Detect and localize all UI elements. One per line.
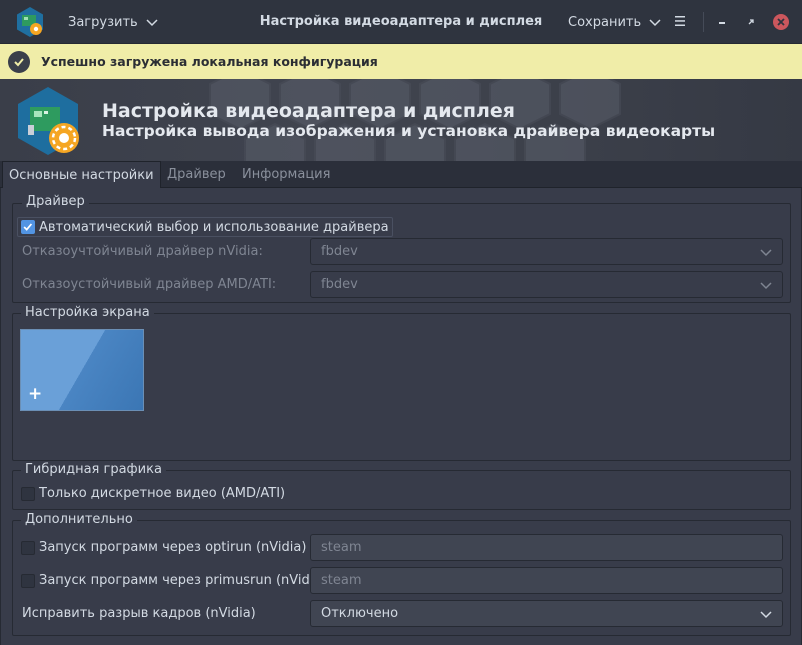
advanced-group-title: Дополнительно	[21, 512, 137, 527]
checkmark-icon	[8, 50, 30, 73]
tab-information[interactable]: Информация	[242, 161, 330, 188]
close-button[interactable]	[773, 14, 789, 30]
primusrun-checkbox[interactable]: Запуск программ через primusrun (nVidia)	[21, 573, 326, 588]
app-icon	[17, 7, 43, 37]
checkbox-unchecked-icon	[21, 540, 35, 555]
restore-icon[interactable]	[743, 14, 759, 30]
chevron-down-icon	[760, 611, 772, 619]
tearing-fix-label: Исправить разрыв кадров (nVidia)	[22, 606, 256, 621]
tearing-fix-select[interactable]: Отключено	[310, 600, 783, 627]
auto-driver-checkbox[interactable]: Автоматический выбор и использование дра…	[17, 217, 393, 237]
load-label: Загрузить	[68, 14, 138, 30]
title-bar: Загрузить Настройка видеоадаптера и дисп…	[0, 0, 802, 44]
chevron-down-icon	[760, 282, 772, 290]
info-message: Успешно загружена локальная конфигурация	[41, 54, 378, 69]
primusrun-label: Запуск программ через primusrun (nVidia)	[39, 573, 327, 588]
chevron-down-icon	[760, 249, 772, 257]
optirun-checkbox[interactable]: Запуск программ через optirun (nVidia)	[21, 540, 306, 555]
save-menu-button[interactable]: Сохранить	[568, 0, 661, 44]
banner-title: Настройка видеоадаптера и дисплея	[102, 100, 515, 122]
checkbox-checked-icon	[21, 220, 35, 234]
auto-driver-label: Автоматический выбор и использование дра…	[39, 219, 389, 235]
nvidia-fallback-label: Отказоучтойчивый драйвер nVidia:	[22, 244, 263, 259]
amd-fallback-label: Отказоустойчивый драйвер AMD/ATI:	[22, 277, 277, 292]
tab-bar: Основные настройки Драйвер Информация	[0, 161, 802, 188]
hamburger-menu-icon[interactable]	[673, 14, 687, 28]
checkbox-unchecked-icon	[21, 573, 35, 588]
optirun-label: Запуск программ через optirun (nVidia)	[39, 540, 307, 555]
load-menu-button[interactable]: Загрузить	[68, 0, 158, 44]
add-screen-icon[interactable]: +	[28, 384, 42, 404]
discrete-video-checkbox[interactable]: Только дискретное видео (AMD/ATI)	[21, 486, 285, 501]
screen-tile[interactable]: +	[20, 329, 144, 411]
amd-fallback-select[interactable]: fbdev	[310, 271, 783, 298]
chevron-down-icon	[649, 19, 661, 27]
tab-driver[interactable]: Драйвер	[167, 161, 226, 188]
optirun-input[interactable]: steam	[310, 534, 783, 561]
amd-fallback-value: fbdev	[321, 277, 358, 292]
driver-group-title: Драйвер	[22, 194, 89, 209]
nvidia-fallback-select[interactable]: fbdev	[310, 238, 783, 265]
nvidia-fallback-value: fbdev	[321, 244, 358, 259]
info-bar: Успешно загружена локальная конфигурация	[0, 44, 802, 79]
banner-subtitle: Настройка вывода изображения и установка…	[102, 122, 716, 140]
checkbox-unchecked-icon	[21, 486, 35, 501]
save-label: Сохранить	[568, 14, 642, 30]
minimize-icon[interactable]	[714, 14, 730, 30]
discrete-video-label: Только дискретное видео (AMD/ATI)	[39, 486, 286, 501]
close-icon	[777, 18, 785, 26]
display-settings-icon	[18, 87, 79, 155]
primusrun-input[interactable]: steam	[310, 567, 783, 594]
chevron-down-icon	[146, 19, 158, 27]
tab-general[interactable]: Основные настройки	[2, 161, 161, 188]
titlebar-separator	[703, 12, 704, 32]
tearing-fix-value: Отключено	[321, 606, 399, 621]
header-banner: Настройка видеоадаптера и дисплея Настро…	[0, 79, 802, 161]
hybrid-group-title: Гибридная графика	[21, 462, 166, 477]
screen-group-title: Настройка экрана	[21, 305, 154, 320]
